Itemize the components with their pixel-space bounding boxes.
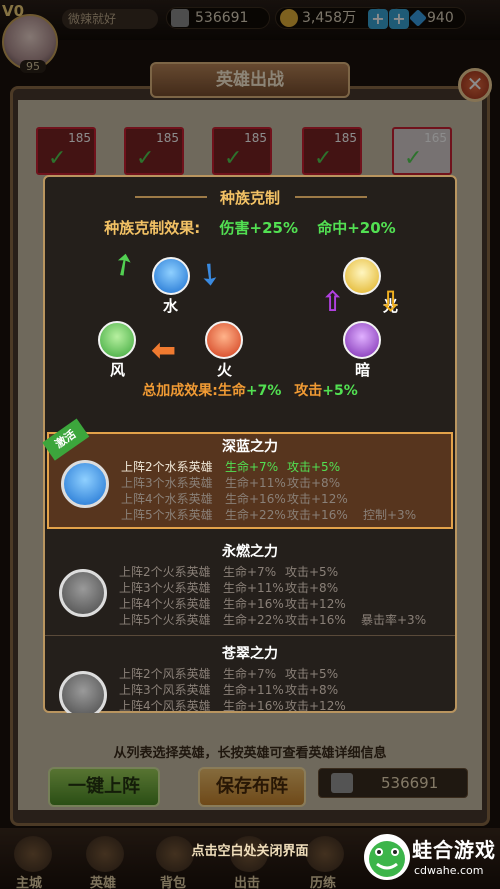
total-label: 总加成效果:生命 <box>142 383 246 399</box>
total-bonus: 总加成效果:生命+7% 攻击+5% <box>45 380 455 400</box>
bonus-line: 上阵4个火系英雄 生命+16%攻击+12% <box>119 597 346 611</box>
wind-label: 风 <box>110 361 126 379</box>
effect-hit: 命中+20% <box>317 219 396 237</box>
dark-label: 暗 <box>355 361 371 379</box>
light-orb-icon <box>343 257 381 295</box>
fire-icon <box>59 569 107 617</box>
close-hint-text: 点击空白处关闭界面 <box>191 844 309 859</box>
close-hint: 点击空白处关闭界面 <box>140 840 360 859</box>
effect-label: 种族克制效果: <box>104 219 201 237</box>
bonus-line: 上阵2个水系英雄 生命+7% 攻击+5% <box>121 460 341 474</box>
dark-orb-icon <box>343 321 381 359</box>
bonus-line: 上阵5个火系英雄 生命+22%攻击+16% 暴击率+3% <box>119 613 427 627</box>
water-icon <box>61 460 109 508</box>
wind-orb-icon <box>98 321 136 359</box>
logo-url: cdwahe.com <box>414 864 484 877</box>
bonus-line: 上阵3个火系英雄 生命+11%攻击+8% <box>119 581 339 595</box>
race-restraint-dialog: 种族克制 种族克制效果: 伤害+25% 命中+20% 水 火 风 ➚ ➘ ⬅ 光… <box>42 175 457 713</box>
section-title: 苍翠之力 <box>222 646 278 662</box>
water-label: 水 <box>163 297 179 315</box>
bonus-line: 上阵3个水系英雄 生命+11%攻击+8% <box>121 476 341 490</box>
water-bonus-section: 激活 深蓝之力 上阵2个水系英雄 生命+7% 攻击+5% 上阵3个水系英雄 生命+11… <box>42 418 453 529</box>
watermark-logo: 蛙合游戏 cdwahe.com <box>360 826 500 889</box>
fire-bonus-section: 永燃之力 上阵2个火系英雄 生命+7% 攻击+5% 上阵3个火系英雄 生命+11%攻击… <box>47 539 453 631</box>
bonus-line: 上阵2个火系英雄 生命+7% 攻击+5% <box>119 565 339 579</box>
down-arrow-icon: ⇩ <box>379 285 403 318</box>
bonus-line: 上阵4个风系英雄 生命+16%攻击+12% <box>119 699 346 713</box>
water-orb-icon <box>152 257 190 295</box>
logo-text: 蛙合游戏 <box>412 838 496 862</box>
frog-logo-icon <box>364 834 410 880</box>
section-divider <box>45 635 455 636</box>
fire-label: 火 <box>217 361 233 379</box>
arrow-icon: ➚ <box>103 242 144 287</box>
arrow-icon: ⬅ <box>151 333 177 368</box>
dialog-title: 种族克制 <box>219 189 280 207</box>
arrow-icon: ➘ <box>188 253 231 296</box>
fire-orb-icon <box>205 321 243 359</box>
bonus-line: 上阵2个风系英雄 生命+7% 攻击+5% <box>119 667 339 681</box>
up-arrow-icon: ⇧ <box>321 285 345 318</box>
wind-bonus-section: 苍翠之力 上阵2个风系英雄 生命+7% 攻击+5% 上阵3个风系英雄 生命+11%攻击… <box>47 641 453 713</box>
section-title: 深蓝之力 <box>222 439 278 455</box>
bonus-line: 上阵3个风系英雄 生命+11%攻击+8% <box>119 683 339 697</box>
effect-damage: 伤害+25% <box>219 219 298 237</box>
section-title: 永燃之力 <box>222 544 278 560</box>
total-atk-label: 攻击 <box>294 383 323 399</box>
total-atk: +5% <box>322 383 358 399</box>
bonus-line: 上阵5个水系英雄 生命+22%攻击+16% 控制+3% <box>121 508 417 522</box>
total-hp: +7% <box>245 383 282 399</box>
bonus-line: 上阵4个水系英雄 生命+16%攻击+12% <box>121 492 348 506</box>
restraint-effect: 种族克制效果: 伤害+25% 命中+20% <box>45 217 455 238</box>
wind-icon <box>59 671 107 713</box>
